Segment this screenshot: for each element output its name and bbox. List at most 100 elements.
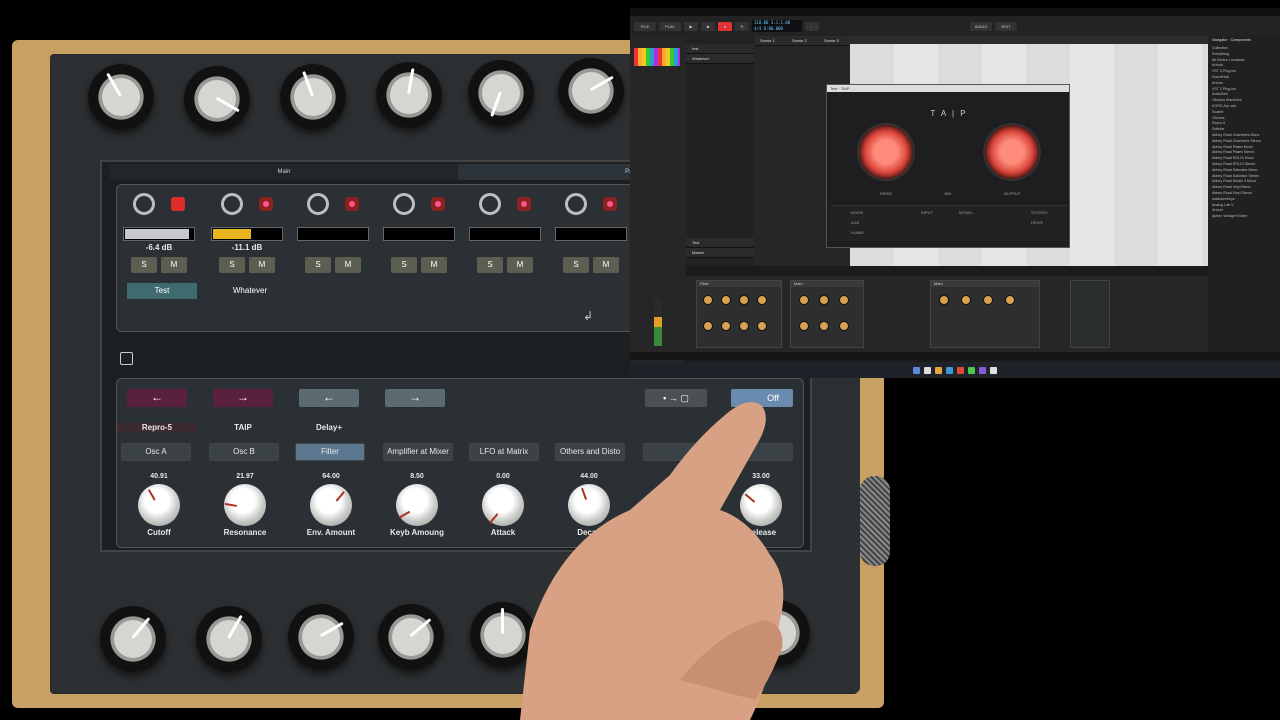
- tab-osc-a[interactable]: Osc A: [121, 443, 191, 461]
- browser-item[interactable]: All Device Locations: [1212, 58, 1276, 63]
- drive-knob[interactable]: [857, 123, 915, 181]
- plugin-title[interactable]: Test · TAIP: [827, 85, 1069, 92]
- device-knob[interactable]: [739, 321, 749, 331]
- encoder-knob[interactable]: [288, 604, 354, 670]
- pan-knob[interactable]: [133, 193, 155, 215]
- browser-item[interactable]: Arturia: [1212, 63, 1276, 68]
- pan-knob[interactable]: [307, 193, 329, 215]
- tab-osc-b[interactable]: Osc B: [209, 443, 279, 461]
- mute-button[interactable]: M: [335, 257, 361, 273]
- edit-button[interactable]: EDIT: [995, 21, 1017, 31]
- browser-item[interactable]: AddictiveKeys: [1212, 197, 1276, 202]
- browser-icon[interactable]: [946, 366, 953, 374]
- channel-name[interactable]: Whatever: [215, 283, 285, 299]
- device-knob[interactable]: [799, 321, 809, 331]
- param-knob[interactable]: [138, 484, 180, 526]
- tab-amplifier[interactable]: Amplifier at Mixer: [383, 443, 453, 461]
- scene-header[interactable]: Scene 1: [754, 36, 786, 46]
- encoder-knob[interactable]: [378, 604, 444, 670]
- prev-page-button[interactable]: ←: [299, 389, 359, 407]
- browser-item[interactable]: Abbey Road Saturator Mono: [1212, 168, 1276, 173]
- play-icon[interactable]: ▶: [684, 21, 698, 31]
- loop-icon[interactable]: ↻: [735, 21, 749, 31]
- audio-button[interactable]: AUDIO: [970, 21, 992, 31]
- device-knob[interactable]: [703, 295, 713, 305]
- search-icon[interactable]: [924, 366, 931, 374]
- tab-filter[interactable]: Filter: [295, 443, 365, 461]
- browser-item[interactable]: Abbey Road Vinyl Mono: [1212, 185, 1276, 190]
- device-knob[interactable]: [939, 295, 949, 305]
- volume-meter[interactable]: [469, 227, 541, 241]
- encoder-knob[interactable]: [558, 58, 624, 124]
- browser-item[interactable]: Gforces: [1212, 116, 1276, 121]
- metronome-icon[interactable]: ♩: [805, 21, 819, 31]
- record-arm-button[interactable]: [259, 197, 273, 211]
- browser-item[interactable]: Abbey Road RS124 Stereo: [1212, 162, 1276, 167]
- app-icon[interactable]: [990, 366, 997, 374]
- browser-item[interactable]: Everything: [1212, 52, 1276, 57]
- record-icon[interactable]: ●: [718, 21, 732, 31]
- browser-item[interactable]: VST 3 Plug-ins: [1212, 87, 1276, 92]
- browser-item[interactable]: Abbey Road Vinyl Stereo: [1212, 191, 1276, 196]
- browser-item[interactable]: Analog Lab V: [1212, 203, 1276, 208]
- device-knob[interactable]: [819, 321, 829, 331]
- browser-item[interactable]: Abbey Road Plates Mono: [1212, 145, 1276, 150]
- file-button[interactable]: FILE: [634, 21, 656, 31]
- pan-knob[interactable]: [393, 193, 415, 215]
- record-arm-button[interactable]: [603, 197, 617, 211]
- param-knob[interactable]: [482, 484, 524, 526]
- encoder-knob[interactable]: [196, 606, 262, 672]
- record-arm-button[interactable]: [517, 197, 531, 211]
- tab-main[interactable]: Main: [110, 164, 458, 180]
- output-knob[interactable]: [983, 123, 1041, 181]
- browser-item[interactable]: Collection: [1212, 46, 1276, 51]
- app-icon[interactable]: [968, 366, 975, 374]
- mute-button[interactable]: M: [249, 257, 275, 273]
- timeline-ruler[interactable]: [850, 36, 1208, 44]
- param-knob-env-amount[interactable]: 64.00 Env. Amount: [289, 473, 373, 537]
- return-arrow-icon[interactable]: ↲: [583, 309, 593, 323]
- start-icon[interactable]: [913, 366, 920, 374]
- browser-item[interactable]: Abbey Road Plates Stereo: [1212, 150, 1276, 155]
- encoder-knob[interactable]: [376, 62, 442, 128]
- folder-icon[interactable]: [935, 366, 942, 374]
- device-knob[interactable]: [839, 321, 849, 331]
- device-card[interactable]: [1070, 280, 1110, 348]
- record-arm-button[interactable]: [345, 197, 359, 211]
- browser-item[interactable]: SoundHub: [1212, 75, 1276, 80]
- browser-item[interactable]: Arturia: [1212, 208, 1276, 213]
- encoder-knob[interactable]: [468, 60, 534, 126]
- browser-item[interactable]: Aphex Vintage Exciter: [1212, 214, 1276, 219]
- record-arm-button[interactable]: [171, 197, 185, 211]
- volume-meter[interactable]: [297, 227, 369, 241]
- device-knob[interactable]: [721, 295, 731, 305]
- browser-item[interactable]: Abbey Road Chambers Mono: [1212, 133, 1276, 138]
- solo-button[interactable]: S: [305, 257, 331, 273]
- browser-item[interactable]: Abbey Road Studio 3 Mono: [1212, 179, 1276, 184]
- checkbox[interactable]: [120, 352, 133, 365]
- browser-item[interactable]: Arturia: [1212, 81, 1276, 86]
- browser-item[interactable]: VST 3 Plug-ins: [1212, 69, 1276, 74]
- device-card[interactable]: Filter: [696, 280, 782, 348]
- device-knob[interactable]: [739, 295, 749, 305]
- device-name[interactable]: Repro-5: [117, 423, 197, 432]
- param-knob-cutoff[interactable]: 40.91 Cutoff: [117, 473, 201, 537]
- mute-button[interactable]: M: [507, 257, 533, 273]
- app-icon[interactable]: [957, 366, 964, 374]
- param-knob[interactable]: [224, 484, 266, 526]
- param-knob[interactable]: [310, 484, 352, 526]
- browser-item[interactable]: Abbey Road Chambers Stereo: [1212, 139, 1276, 144]
- param-knob-keyb-amount[interactable]: 8.50 Keyb Amoung: [375, 473, 459, 537]
- device-knob[interactable]: [703, 321, 713, 331]
- device-knob[interactable]: [839, 295, 849, 305]
- solo-button[interactable]: S: [477, 257, 503, 273]
- record-arm-button[interactable]: [431, 197, 445, 211]
- solo-button[interactable]: S: [391, 257, 417, 273]
- volume-meter[interactable]: [211, 227, 283, 241]
- pan-knob[interactable]: [479, 193, 501, 215]
- browser-item[interactable]: Abbey Road RS124 Mono: [1212, 156, 1276, 161]
- device-name[interactable]: TAIP: [203, 423, 283, 432]
- device-card[interactable]: Main: [930, 280, 1040, 348]
- solo-button[interactable]: S: [131, 257, 157, 273]
- browser-item[interactable]: KORG Arp odd: [1212, 104, 1276, 109]
